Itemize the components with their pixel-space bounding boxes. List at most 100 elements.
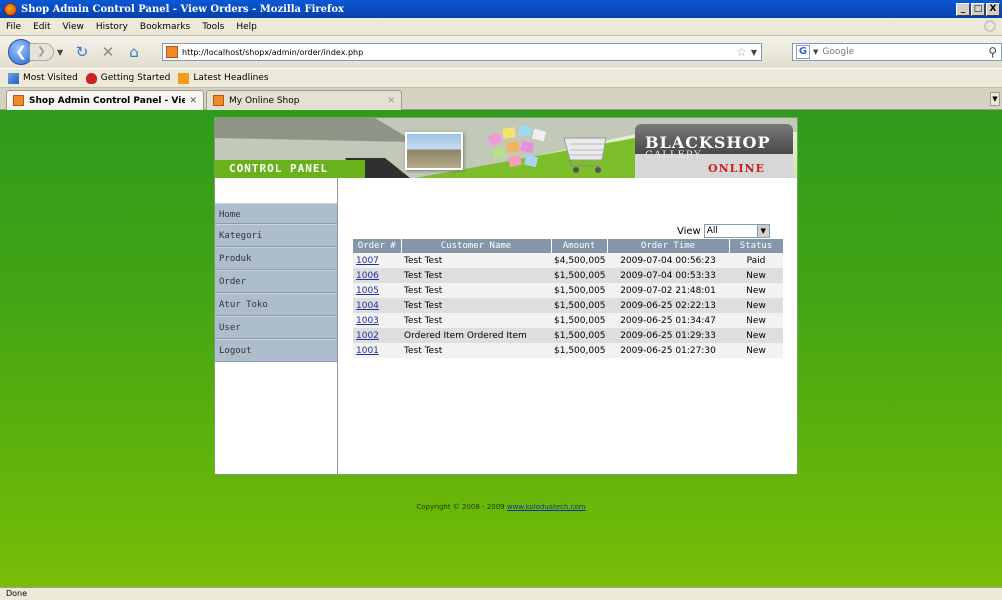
bookmark-latest-headlines[interactable]: Latest Headlines xyxy=(178,72,269,84)
order-link[interactable]: 1006 xyxy=(356,271,379,281)
column-header-customer: Customer Name xyxy=(401,239,552,253)
brand-logo: BLACKSHOP GALLERY ONLINE xyxy=(635,124,793,178)
amount-cell: $1,500,005 xyxy=(551,268,607,283)
table-row: 1003 Test Test $1,500,005 2009-06-25 01:… xyxy=(353,313,783,328)
throbber-icon xyxy=(984,20,996,32)
sidebar-item-user[interactable]: User xyxy=(215,316,337,339)
minimize-button[interactable]: _ xyxy=(956,2,970,16)
time-cell: 2009-07-04 00:53:33 xyxy=(607,268,729,283)
menu-history[interactable]: History xyxy=(90,22,134,32)
amount-cell: $1,500,005 xyxy=(551,313,607,328)
amount-cell: $4,500,005 xyxy=(551,253,607,268)
google-engine-icon[interactable]: G xyxy=(796,45,810,59)
bookmark-star-icon[interactable]: ☆ xyxy=(736,45,747,59)
tab-close-icon[interactable]: ✕ xyxy=(387,96,395,106)
view-filter-value[interactable]: All xyxy=(705,226,757,236)
status-cell: New xyxy=(729,343,783,358)
sidebar-item-atur-toko[interactable]: Atur Toko xyxy=(215,293,337,316)
time-cell: 2009-06-25 01:29:33 xyxy=(607,328,729,343)
customer-cell: Test Test xyxy=(401,253,551,268)
sidebar-item-home[interactable]: Home xyxy=(215,203,337,224)
search-input[interactable] xyxy=(822,47,989,57)
tab-admin-panel[interactable]: Shop Admin Control Panel - View ... ✕ xyxy=(6,90,204,110)
tab-label: My Online Shop xyxy=(229,95,300,106)
stop-icon[interactable]: ✕ xyxy=(97,41,119,63)
maximize-button[interactable]: □ xyxy=(971,2,985,16)
navigation-toolbar: ❮ ❯ ▼ ↻ ✕ ⌂ http://localhost/shopx/admin… xyxy=(0,36,1002,68)
table-header-row: Order # Customer Name Amount Order Time … xyxy=(353,239,784,253)
table-row: 1001 Test Test $1,500,005 2009-06-25 01:… xyxy=(353,343,783,358)
url-bar[interactable]: http://localhost/shopx/admin/order/index… xyxy=(162,43,762,61)
column-header-status: Status xyxy=(729,239,784,253)
shopping-cart-icon xyxy=(563,137,607,173)
sidebar-item-produk[interactable]: Produk xyxy=(215,247,337,270)
bookmark-most-visited[interactable]: Most Visited xyxy=(8,72,78,84)
url-dropdown-icon[interactable]: ▼ xyxy=(751,48,757,57)
customer-cell: Test Test xyxy=(401,298,551,313)
tab-close-icon[interactable]: ✕ xyxy=(189,96,197,106)
time-cell: 2009-06-25 02:22:13 xyxy=(607,298,729,313)
tab-list-dropdown-icon[interactable]: ▼ xyxy=(990,92,1000,106)
url-text[interactable]: http://localhost/shopx/admin/order/index… xyxy=(182,48,736,57)
menu-edit[interactable]: Edit xyxy=(27,22,56,32)
customer-cell: Test Test xyxy=(401,313,551,328)
sidebar-item-order[interactable]: Order xyxy=(215,270,337,293)
order-link[interactable]: 1007 xyxy=(356,256,379,266)
view-filter: View All ▼ xyxy=(677,224,770,238)
status-cell: Paid xyxy=(729,253,783,268)
site-favicon-icon xyxy=(166,46,178,58)
order-link[interactable]: 1001 xyxy=(356,346,379,356)
status-cell: New xyxy=(729,268,783,283)
column-header-order: Order # xyxy=(353,239,402,253)
menu-view[interactable]: View xyxy=(57,22,90,32)
menu-tools[interactable]: Tools xyxy=(196,22,230,32)
home-icon[interactable]: ⌂ xyxy=(123,41,145,63)
bookmarks-toolbar: Most Visited Getting Started Latest Head… xyxy=(0,68,1002,88)
table-row: 1005 Test Test $1,500,005 2009-07-02 21:… xyxy=(353,283,783,298)
menu-bookmarks[interactable]: Bookmarks xyxy=(134,22,196,32)
brand-online: ONLINE xyxy=(708,162,765,175)
color-palette-icon xyxy=(487,125,547,168)
history-dropdown-icon[interactable]: ▼ xyxy=(57,48,67,57)
table-row: 1002 Ordered Item Ordered Item $1,500,00… xyxy=(353,328,783,343)
bookmark-label: Most Visited xyxy=(23,73,78,83)
sidebar-item-logout[interactable]: Logout xyxy=(215,339,337,362)
order-link[interactable]: 1003 xyxy=(356,316,379,326)
forward-button[interactable]: ❯ xyxy=(30,43,54,61)
getting-started-icon xyxy=(85,72,97,84)
table-row: 1007 Test Test $4,500,005 2009-07-04 00:… xyxy=(353,253,783,268)
sidebar-item-kategori[interactable]: Kategori xyxy=(215,224,337,247)
bookmark-label: Latest Headlines xyxy=(193,73,269,83)
order-link[interactable]: 1004 xyxy=(356,301,379,311)
copyright-text: Copyright © 2008 - 2009 xyxy=(416,503,507,511)
tab-favicon-icon xyxy=(213,95,224,106)
status-cell: New xyxy=(729,328,783,343)
sidebar-nav: Home Kategori Produk Order Atur Toko Use… xyxy=(215,178,338,474)
view-filter-select[interactable]: All ▼ xyxy=(703,224,770,238)
brand-subtitle: GALLERY xyxy=(645,150,702,161)
close-button[interactable]: X xyxy=(986,2,1000,16)
chevron-down-icon[interactable]: ▼ xyxy=(756,225,769,237)
customer-cell: Test Test xyxy=(401,343,551,358)
menu-file[interactable]: File xyxy=(0,22,27,32)
header-banner: CONTROL PANEL BLACKSHOP GALLERY ONLINE xyxy=(215,118,797,178)
time-cell: 2009-06-25 01:27:30 xyxy=(607,343,729,358)
footer-copyright: Copyright © 2008 - 2009 www.koloduatech.… xyxy=(0,503,1002,511)
status-cell: New xyxy=(729,283,783,298)
search-icon[interactable]: ⚲ xyxy=(988,45,997,59)
reload-icon[interactable]: ↻ xyxy=(71,41,93,63)
control-panel-title: CONTROL PANEL xyxy=(229,162,329,175)
order-link[interactable]: 1005 xyxy=(356,286,379,296)
amount-cell: $1,500,005 xyxy=(551,328,607,343)
footer-link[interactable]: www.koloduatech.com xyxy=(507,503,586,511)
tab-online-shop[interactable]: My Online Shop ✕ xyxy=(206,90,402,110)
tab-favicon-icon xyxy=(13,95,24,106)
menu-help[interactable]: Help xyxy=(230,22,263,32)
engine-dropdown-icon[interactable]: ▼ xyxy=(813,48,818,56)
column-header-amount: Amount xyxy=(551,239,608,253)
time-cell: 2009-06-25 01:34:47 xyxy=(607,313,729,328)
search-bar[interactable]: G ▼ ⚲ xyxy=(792,43,1002,61)
bookmark-getting-started[interactable]: Getting Started xyxy=(85,72,170,84)
orders-table: Order # Customer Name Amount Order Time … xyxy=(353,239,784,358)
order-link[interactable]: 1002 xyxy=(356,331,379,341)
